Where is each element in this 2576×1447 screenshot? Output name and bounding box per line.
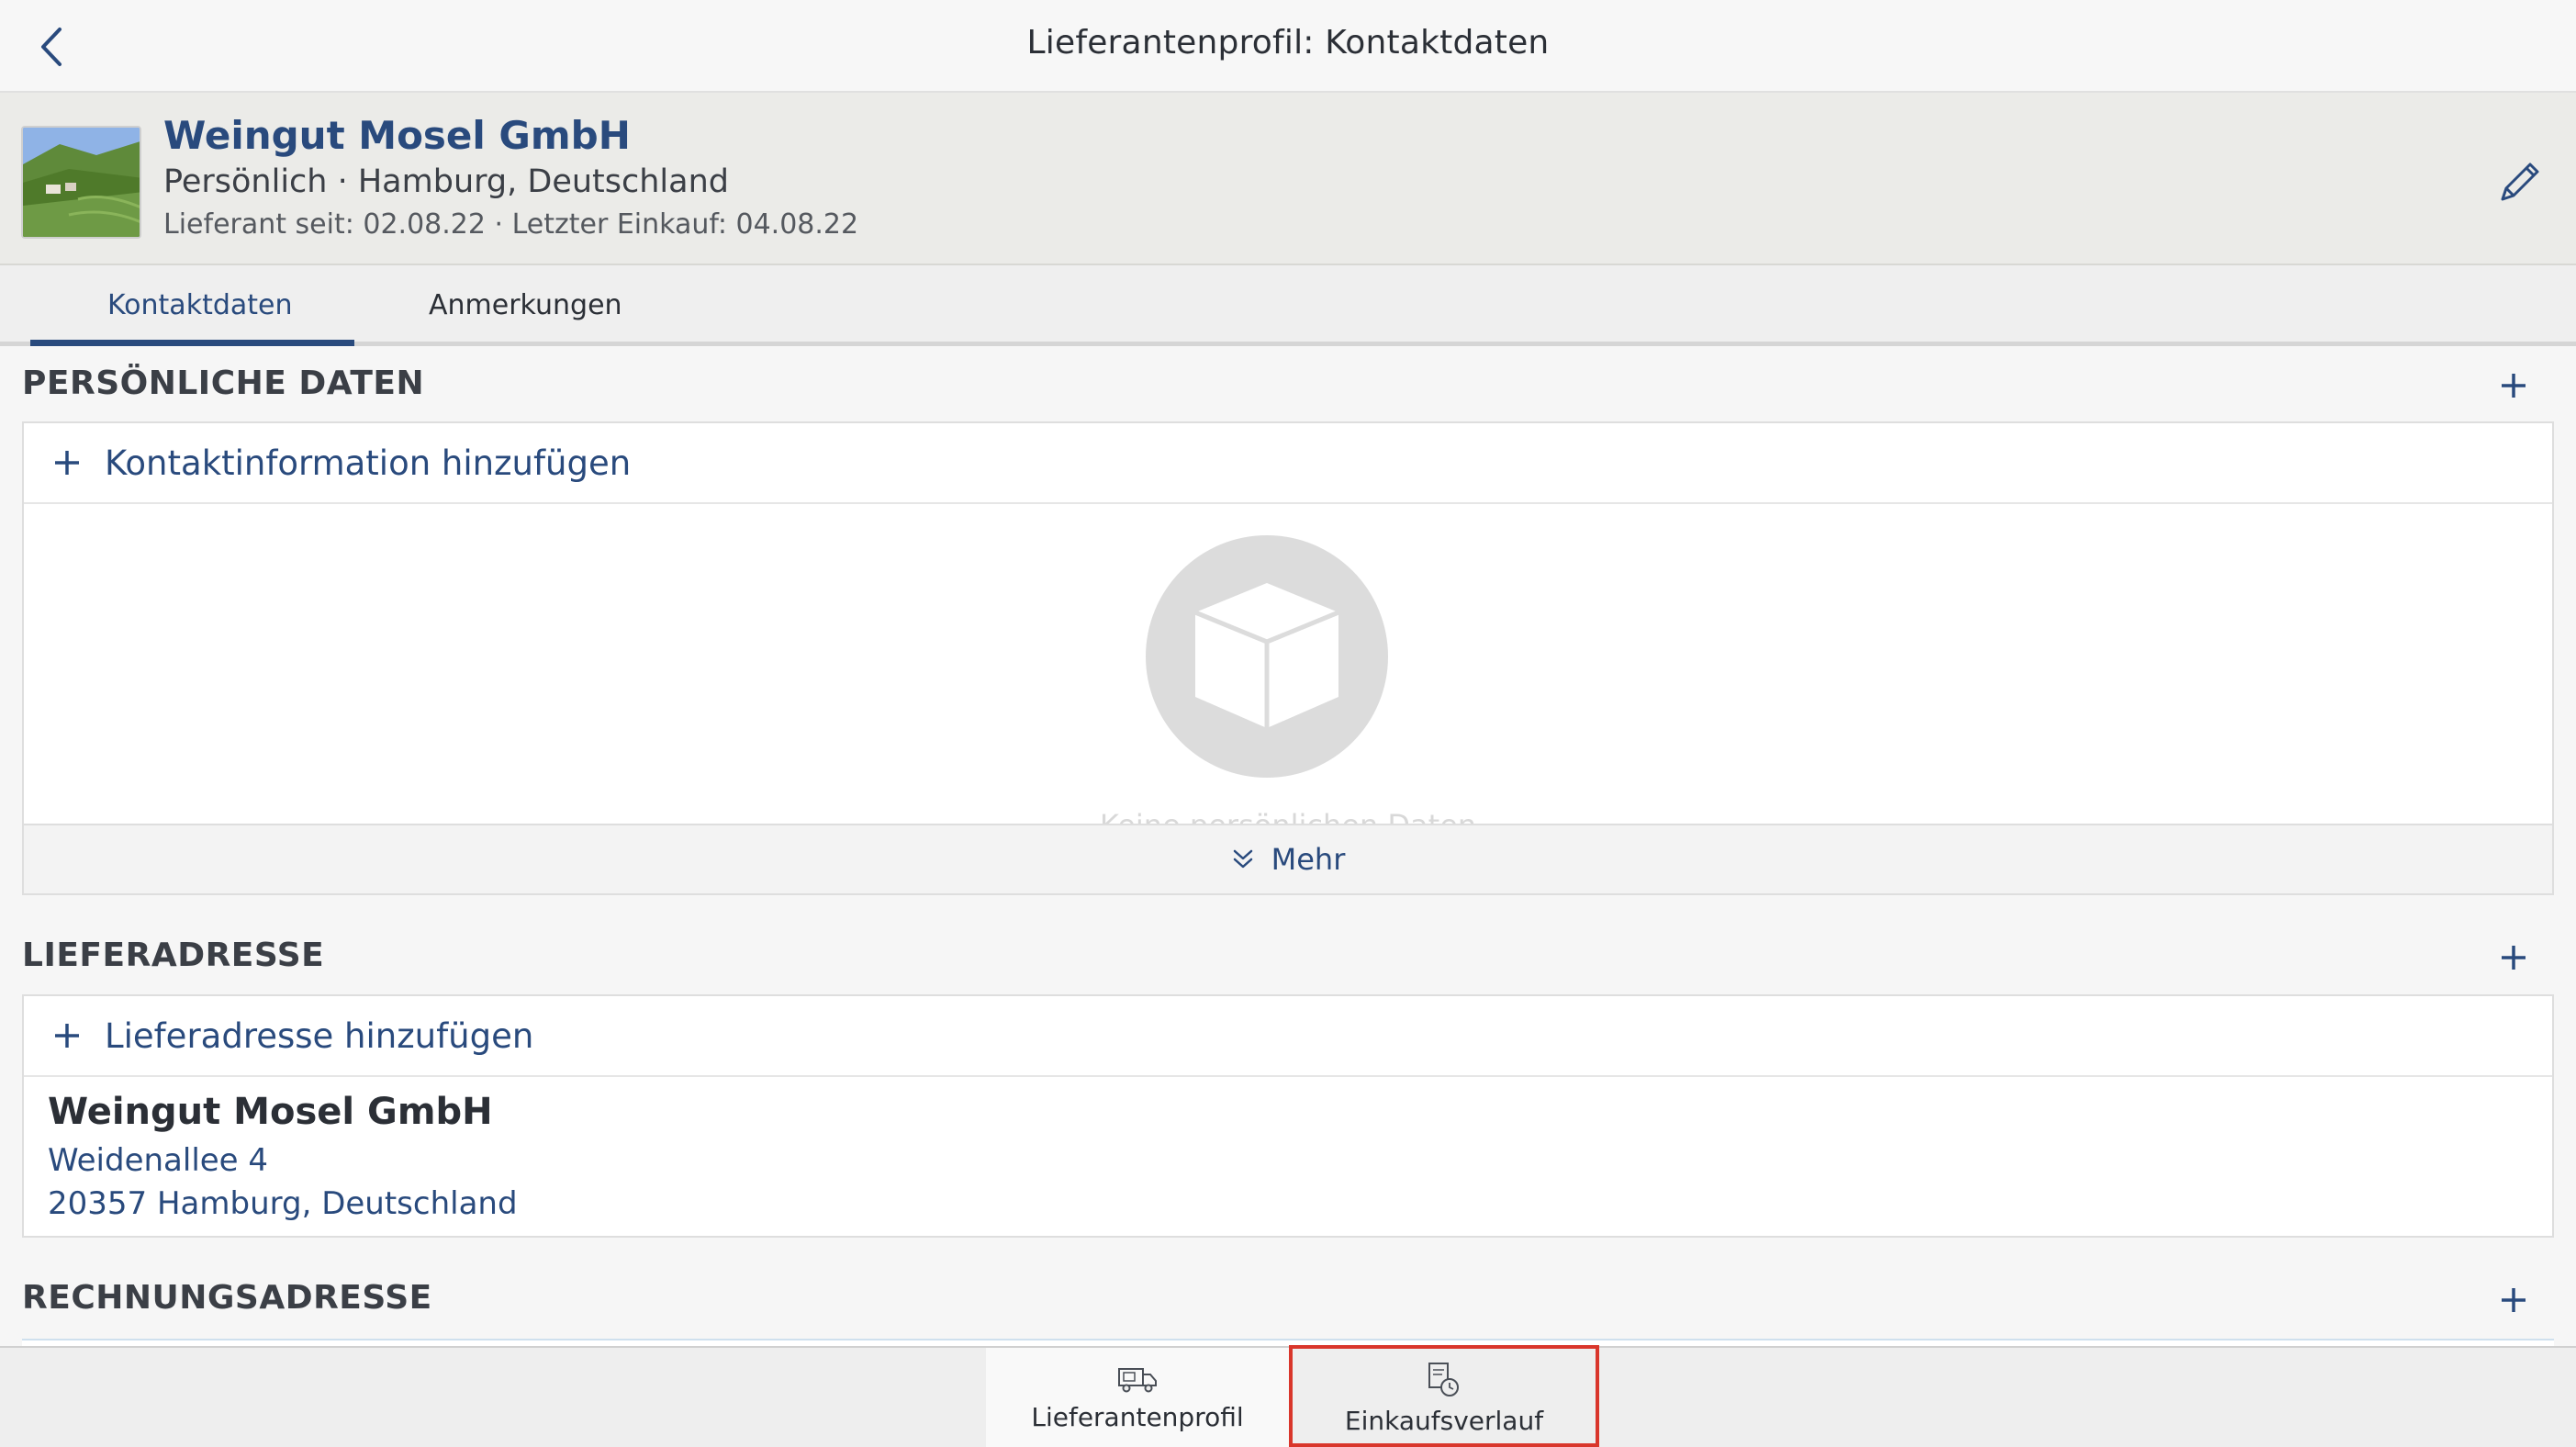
plus-icon	[2502, 946, 2526, 970]
page-title: Lieferantenprofil: Kontaktdaten	[1026, 24, 1550, 62]
tab-anmerkungen[interactable]: Anmerkungen	[429, 289, 622, 321]
edit-button[interactable]	[2490, 153, 2548, 212]
tab-einkaufsverlauf-label: Einkaufsverlauf	[1344, 1405, 1544, 1436]
add-delivery-button[interactable]	[2493, 937, 2534, 978]
plus-icon	[2502, 374, 2526, 398]
content-tabs: Kontaktdaten Anmerkungen	[0, 265, 2576, 346]
pencil-icon	[2501, 163, 2539, 201]
purchase-history-icon	[1428, 1362, 1459, 1397]
more-label: Mehr	[1271, 842, 1346, 877]
supplier-header: Weingut Mosel GmbH Persönlich · Hamburg,…	[0, 93, 2576, 265]
plus-icon	[53, 449, 81, 477]
add-billing-button[interactable]	[2493, 1280, 2534, 1320]
supplier-subtitle: Persönlich · Hamburg, Deutschland	[163, 163, 729, 200]
top-navbar: Lieferantenprofil: Kontaktdaten	[0, 0, 2576, 93]
tab-einkaufsverlauf[interactable]: Einkaufsverlauf	[1289, 1348, 1599, 1447]
active-tab-indicator	[30, 340, 354, 346]
billing-card-edge	[22, 1339, 2554, 1346]
bottom-tab-bar: Lieferantenprofil Einkaufsverlauf	[0, 1346, 2576, 1447]
double-chevron-down-icon	[1233, 849, 1252, 869]
section-title-billing: RECHNUNGSADRESSE	[22, 1279, 432, 1317]
empty-box-icon	[1146, 535, 1388, 778]
plus-icon	[2502, 1288, 2526, 1312]
delivery-address-street: Weidenallee 4	[48, 1142, 269, 1179]
add-contact-info-row[interactable]: Kontaktinformation hinzufügen	[24, 423, 2552, 504]
supplier-name: Weingut Mosel GmbH	[163, 113, 631, 158]
plus-icon	[53, 1022, 81, 1049]
add-contact-info-label: Kontaktinformation hinzufügen	[105, 443, 632, 483]
add-personal-button[interactable]	[2493, 365, 2534, 406]
tab-lieferantenprofil[interactable]: Lieferantenprofil	[986, 1348, 1289, 1447]
delivery-address-city: 20357 Hamburg, Deutschland	[48, 1185, 518, 1222]
delivery-address-name: Weingut Mosel GmbH	[48, 1091, 493, 1133]
more-button[interactable]: Mehr	[22, 824, 2554, 895]
add-delivery-address-row[interactable]: Lieferadresse hinzufügen	[24, 996, 2552, 1077]
tab-kontaktdaten[interactable]: Kontaktdaten	[107, 289, 293, 321]
section-title-personal: PERSÖNLICHE DATEN	[22, 365, 425, 402]
add-delivery-address-label: Lieferadresse hinzufügen	[105, 1015, 534, 1056]
supplier-photo	[21, 126, 141, 239]
tab-lieferantenprofil-label: Lieferantenprofil	[1031, 1401, 1244, 1432]
section-title-delivery: LIEFERADRESSE	[22, 937, 325, 974]
supplier-meta: Lieferant seit: 02.08.22 · Letzter Einka…	[163, 208, 859, 241]
truck-icon	[1118, 1367, 1157, 1392]
